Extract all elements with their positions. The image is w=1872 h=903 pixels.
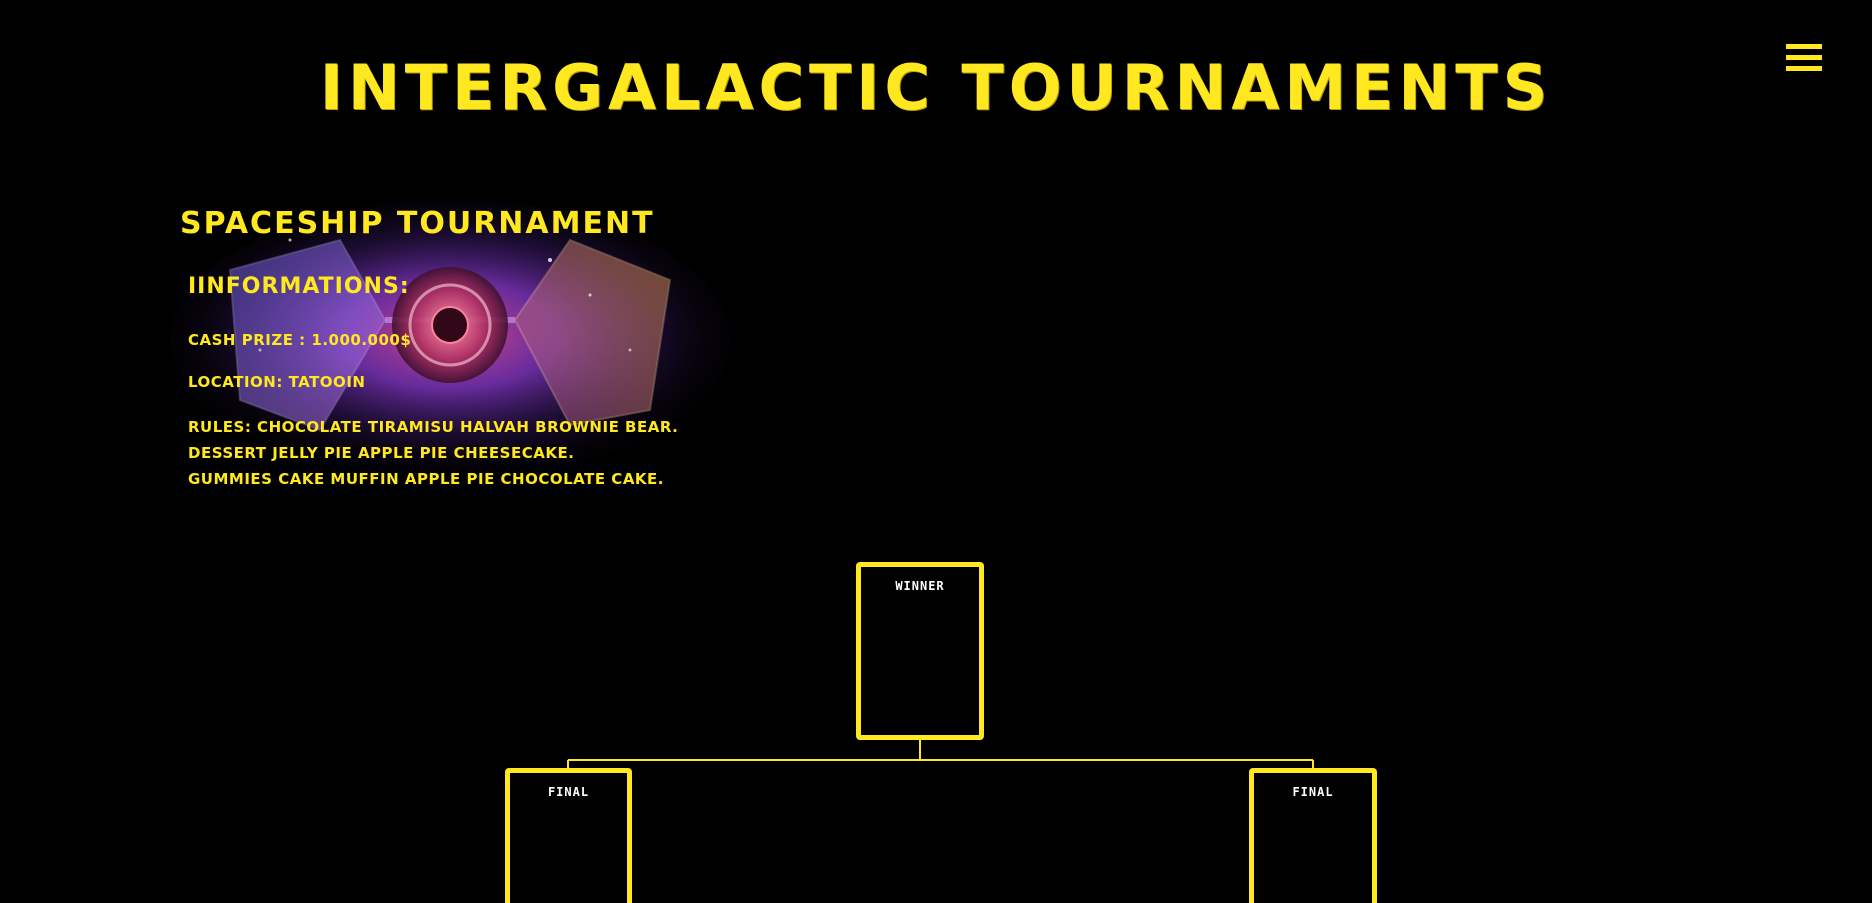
tournament-name: SPACESHIP TOURNAMENT <box>180 206 655 241</box>
tournament-info-panel: SPACESHIP TOURNAMENT IINFORMATIONS: CASH… <box>110 192 730 492</box>
menu-bar-middle <box>1786 55 1822 60</box>
bracket-slot-final-right[interactable]: FINAL <box>1249 768 1377 903</box>
page-title: INTERGALACTIC TOURNAMENTS <box>319 51 1553 124</box>
final-label: FINAL <box>1292 785 1334 799</box>
location-text: LOCATION: TATOOIN <box>188 373 366 391</box>
rules-line: GUMMIES CAKE MUFFIN APPLE PIE CHOCOLATE … <box>188 470 664 488</box>
rules-line: RULES: CHOCOLATE TIRAMISU HALVAH BROWNIE… <box>188 418 679 436</box>
menu-bar-top <box>1786 44 1822 49</box>
menu-bar-bottom <box>1786 66 1822 71</box>
bracket-slot-winner[interactable]: WINNER <box>856 562 984 740</box>
final-label: FINAL <box>547 785 590 799</box>
informations-heading: IINFORMATIONS: <box>188 274 410 299</box>
tournament-details: SPACESHIP TOURNAMENT IINFORMATIONS: CASH… <box>110 192 710 492</box>
bracket-slot-final-left[interactable]: FINAL <box>505 768 632 903</box>
rules-line: DESSERT JELLY PIE APPLE PIE CHEESECAKE. <box>188 444 575 462</box>
winner-label: WINNER <box>895 579 945 593</box>
hamburger-menu-icon[interactable] <box>1786 44 1822 74</box>
rules-text: RULES: CHOCOLATE TIRAMISU HALVAH BROWNIE… <box>188 414 678 492</box>
cash-prize-text: CASH PRIZE : 1.000.000$ <box>188 331 412 349</box>
